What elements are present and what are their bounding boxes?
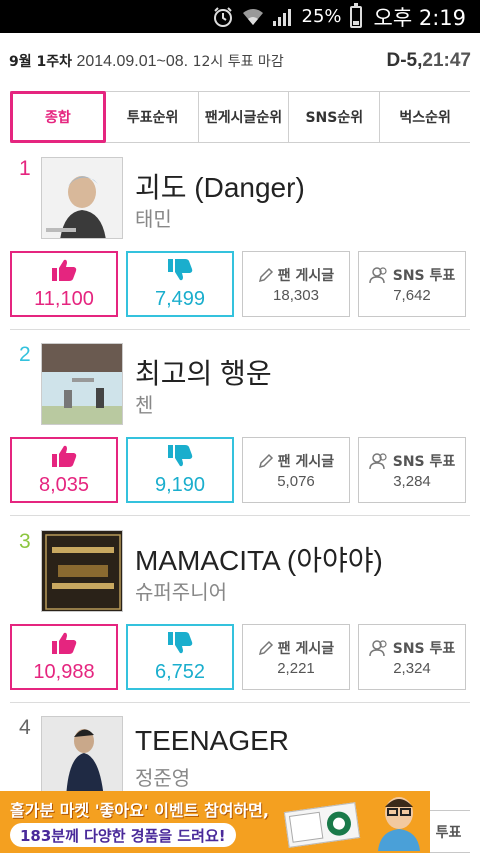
vote-buttons: 10,988 6,752 팬 게시글 2,221 SNS 투표 2,324 xyxy=(10,624,470,690)
album-thumbnail[interactable] xyxy=(41,343,123,425)
tab-overall[interactable]: 종합 xyxy=(10,91,106,143)
dislike-count: 6,752 xyxy=(154,660,206,683)
like-count: 10,988 xyxy=(33,660,95,683)
battery-icon xyxy=(349,2,362,28)
fan-posts-count: 2,221 xyxy=(277,659,315,677)
fan-posts-label: 팬 게시글 xyxy=(258,638,334,658)
deadline-label: 12시 투표 마감 xyxy=(192,54,284,70)
pencil-icon xyxy=(258,453,273,468)
thumbs-up-icon xyxy=(50,258,78,286)
vote-info-row: 9월 1주차 2014.09.01~08. 12시 투표 마감 D-5,21:4… xyxy=(0,33,480,89)
sns-votes-count: 7,642 xyxy=(393,286,431,304)
ad-headline: 홀가분 마켓 '좋아요' 이벤트 참여하면, xyxy=(10,801,269,820)
dday-label: D-5 xyxy=(386,50,418,71)
song-title[interactable]: MAMACITA (아야야) xyxy=(135,539,383,579)
thumbs-up-icon xyxy=(50,631,78,659)
divider xyxy=(10,515,470,516)
ad-subline: 183분께 다양한 경품을 드려요! xyxy=(10,823,236,847)
people-icon xyxy=(368,266,387,283)
song-title[interactable]: 괴도 (Danger) xyxy=(135,166,305,206)
song-title[interactable]: TEENAGER xyxy=(135,725,289,757)
song-artist: 첸 xyxy=(135,393,154,417)
tab-fan-post-rank[interactable]: 팬게시글순위 xyxy=(199,92,290,142)
people-icon xyxy=(368,639,387,656)
vote-buttons: 8,035 9,190 팬 게시글 5,076 SNS 투표 3,284 xyxy=(10,437,470,503)
tab-bugs-rank[interactable]: 벅스순위 xyxy=(380,92,470,142)
pencil-icon xyxy=(258,267,273,282)
dislike-count: 7,499 xyxy=(154,287,206,310)
song-artist: 정준영 xyxy=(135,766,191,790)
thumbs-down-icon xyxy=(166,258,194,286)
sns-votes-label: SNS 투표 xyxy=(368,451,455,471)
thumbs-down-icon xyxy=(166,631,194,659)
dislike-count: 9,190 xyxy=(154,473,206,496)
countdown-time: 21:47 xyxy=(422,50,471,71)
album-thumbnail[interactable] xyxy=(41,157,123,239)
album-thumbnail[interactable] xyxy=(41,530,123,612)
pencil-icon xyxy=(258,640,273,655)
dday-countdown: D-5,21:47 xyxy=(386,50,471,72)
tab-vote-rank[interactable]: 투표순위 xyxy=(108,92,199,142)
sns-votes-label: SNS 투표 xyxy=(368,265,455,285)
sns-votes-button[interactable]: SNS 투표 2,324 xyxy=(358,624,466,690)
mascot-icon xyxy=(372,793,426,851)
dislike-button[interactable]: 6,752 xyxy=(126,624,234,690)
like-count: 11,100 xyxy=(34,287,94,310)
like-count: 8,035 xyxy=(38,473,90,496)
sns-votes-label: SNS 투표 xyxy=(368,638,455,658)
song-artist: 슈퍼주니어 xyxy=(135,580,227,604)
wifi-icon xyxy=(242,7,264,27)
week-label: 9월 1주차 xyxy=(9,54,72,70)
fan-posts-label: 팬 게시글 xyxy=(258,451,334,471)
thumbs-down-icon xyxy=(166,444,194,472)
status-bar: 25% 오후 2:19 xyxy=(0,0,480,33)
like-button[interactable]: 11,100 xyxy=(10,251,118,317)
vote-buttons: 11,100 7,499 팬 게시글 18,303 SNS 투표 7,642 xyxy=(10,251,470,317)
status-time: 오후 2:19 xyxy=(373,5,466,30)
rank-number: 4 xyxy=(19,716,31,739)
dislike-button[interactable]: 7,499 xyxy=(126,251,234,317)
ranking-tabs: 종합 투표순위 팬게시글순위 SNS순위 벅스순위 xyxy=(10,91,470,143)
signal-icon xyxy=(272,7,294,27)
divider xyxy=(10,329,470,330)
fan-posts-count: 5,076 xyxy=(277,472,315,490)
fan-posts-label: 팬 게시글 xyxy=(258,265,334,285)
fan-posts-count: 18,303 xyxy=(273,286,319,304)
date-range: 2014.09.01~08. xyxy=(76,53,189,70)
ad-banner[interactable]: 홀가분 마켓 '좋아요' 이벤트 참여하면, 183분께 다양한 경품을 드려요… xyxy=(0,791,430,853)
sns-votes-button[interactable]: SNS 투표 7,642 xyxy=(358,251,466,317)
tab-sns-rank[interactable]: SNS순위 xyxy=(289,92,381,142)
song-artist: 태민 xyxy=(135,207,172,231)
rank-number: 2 xyxy=(19,343,31,366)
album-thumbnail[interactable] xyxy=(41,716,123,798)
rank-number: 3 xyxy=(19,530,31,553)
dislike-button[interactable]: 9,190 xyxy=(126,437,234,503)
gift-card-icon xyxy=(283,802,361,848)
sns-votes-count: 3,284 xyxy=(393,472,431,490)
like-button[interactable]: 8,035 xyxy=(10,437,118,503)
rank-number: 1 xyxy=(19,157,31,180)
thumbs-up-icon xyxy=(50,444,78,472)
vote-period: 9월 1주차 2014.09.01~08. 12시 투표 마감 xyxy=(9,51,284,71)
page: 25% 오후 2:19 9월 1주차 2014.09.01~08. 12시 투표… xyxy=(0,0,480,853)
people-icon xyxy=(368,452,387,469)
sns-votes-count: 2,324 xyxy=(393,659,431,677)
alarm-icon xyxy=(212,6,234,28)
sns-votes-button-partial[interactable]: 투표 xyxy=(426,810,470,853)
battery-percent: 25% xyxy=(301,6,342,27)
like-button[interactable]: 10,988 xyxy=(10,624,118,690)
divider xyxy=(10,702,470,703)
fan-posts-button[interactable]: 팬 게시글 5,076 xyxy=(242,437,350,503)
sns-votes-button[interactable]: SNS 투표 3,284 xyxy=(358,437,466,503)
song-title[interactable]: 최고의 행운 xyxy=(135,352,272,392)
fan-posts-button[interactable]: 팬 게시글 18,303 xyxy=(242,251,350,317)
fan-posts-button[interactable]: 팬 게시글 2,221 xyxy=(242,624,350,690)
